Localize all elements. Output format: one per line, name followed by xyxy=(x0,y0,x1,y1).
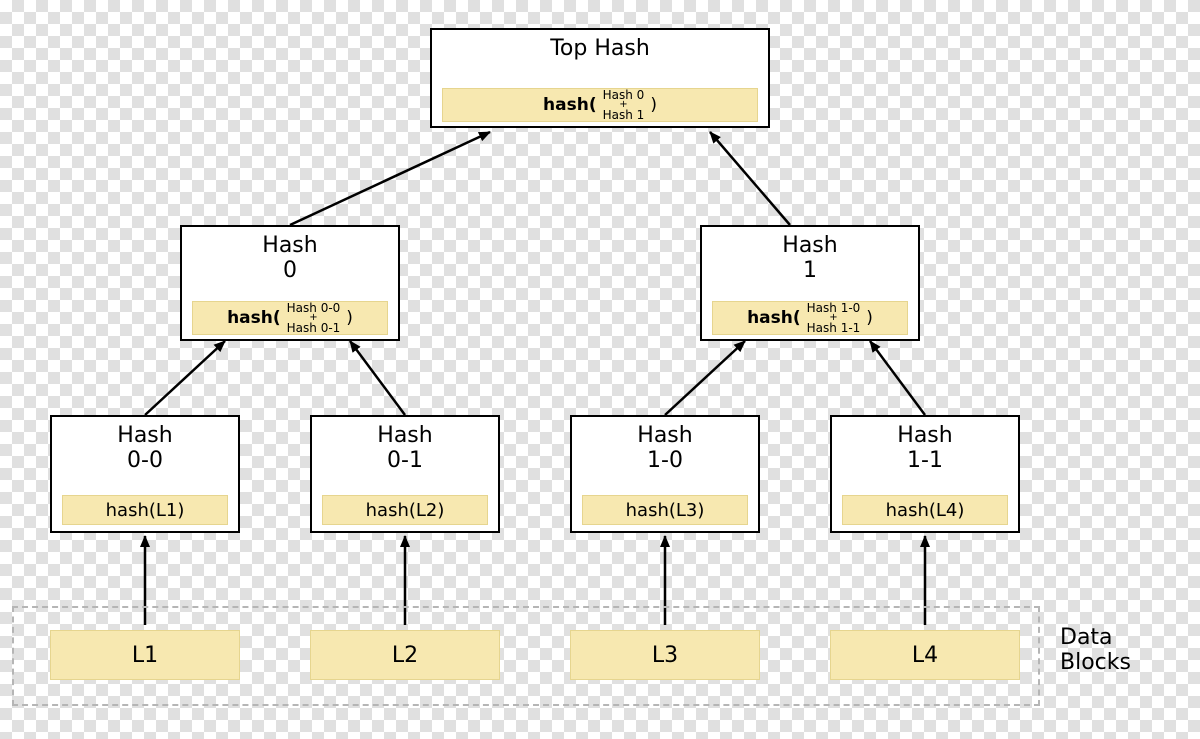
hash-args: Hash 0 + Hash 1 xyxy=(603,89,645,121)
hash-fn-label: hash( xyxy=(543,95,597,115)
node-title: Hash 0 xyxy=(182,227,398,284)
node-hash-0-1: Hash 0-1 hash(L2) xyxy=(310,415,500,533)
node-expr: hash(L1) xyxy=(62,495,228,525)
node-title: Hash 0-0 xyxy=(52,417,238,474)
node-expr: hash(L3) xyxy=(582,495,748,525)
node-title: Hash 1 xyxy=(702,227,918,284)
node-hash-1: Hash 1 hash( Hash 1-0 + Hash 1-1 ) xyxy=(700,225,920,341)
node-top-expr: hash( Hash 0 + Hash 1 ) xyxy=(442,88,758,122)
node-hash-0-0: Hash 0-0 hash(L1) xyxy=(50,415,240,533)
data-block-l3: L3 xyxy=(570,630,760,680)
node-title: Hash 1-0 xyxy=(572,417,758,474)
node-hash-0: Hash 0 hash( Hash 0-0 + Hash 0-1 ) xyxy=(180,225,400,341)
node-hash-0-expr: hash( Hash 0-0 + Hash 0-1 ) xyxy=(192,301,388,335)
node-title: Hash 0-1 xyxy=(312,417,498,474)
node-title: Top Hash xyxy=(432,30,768,61)
data-block-l2: L2 xyxy=(310,630,500,680)
node-hash-1-1: Hash 1-1 hash(L4) xyxy=(830,415,1020,533)
node-expr: hash(L2) xyxy=(322,495,488,525)
hash-close-paren: ) xyxy=(650,95,657,115)
node-title: Hash 1-1 xyxy=(832,417,1018,474)
data-block-l1: L1 xyxy=(50,630,240,680)
merkle-tree-diagram: Top Hash hash( Hash 0 + Hash 1 ) Hash 0 … xyxy=(0,0,1200,739)
node-expr: hash(L4) xyxy=(842,495,1008,525)
node-hash-1-expr: hash( Hash 1-0 + Hash 1-1 ) xyxy=(712,301,908,335)
data-block-l4: L4 xyxy=(830,630,1020,680)
data-blocks-label: Data Blocks xyxy=(1060,625,1131,676)
node-hash-1-0: Hash 1-0 hash(L3) xyxy=(570,415,760,533)
node-top-hash: Top Hash hash( Hash 0 + Hash 1 ) xyxy=(430,28,770,128)
